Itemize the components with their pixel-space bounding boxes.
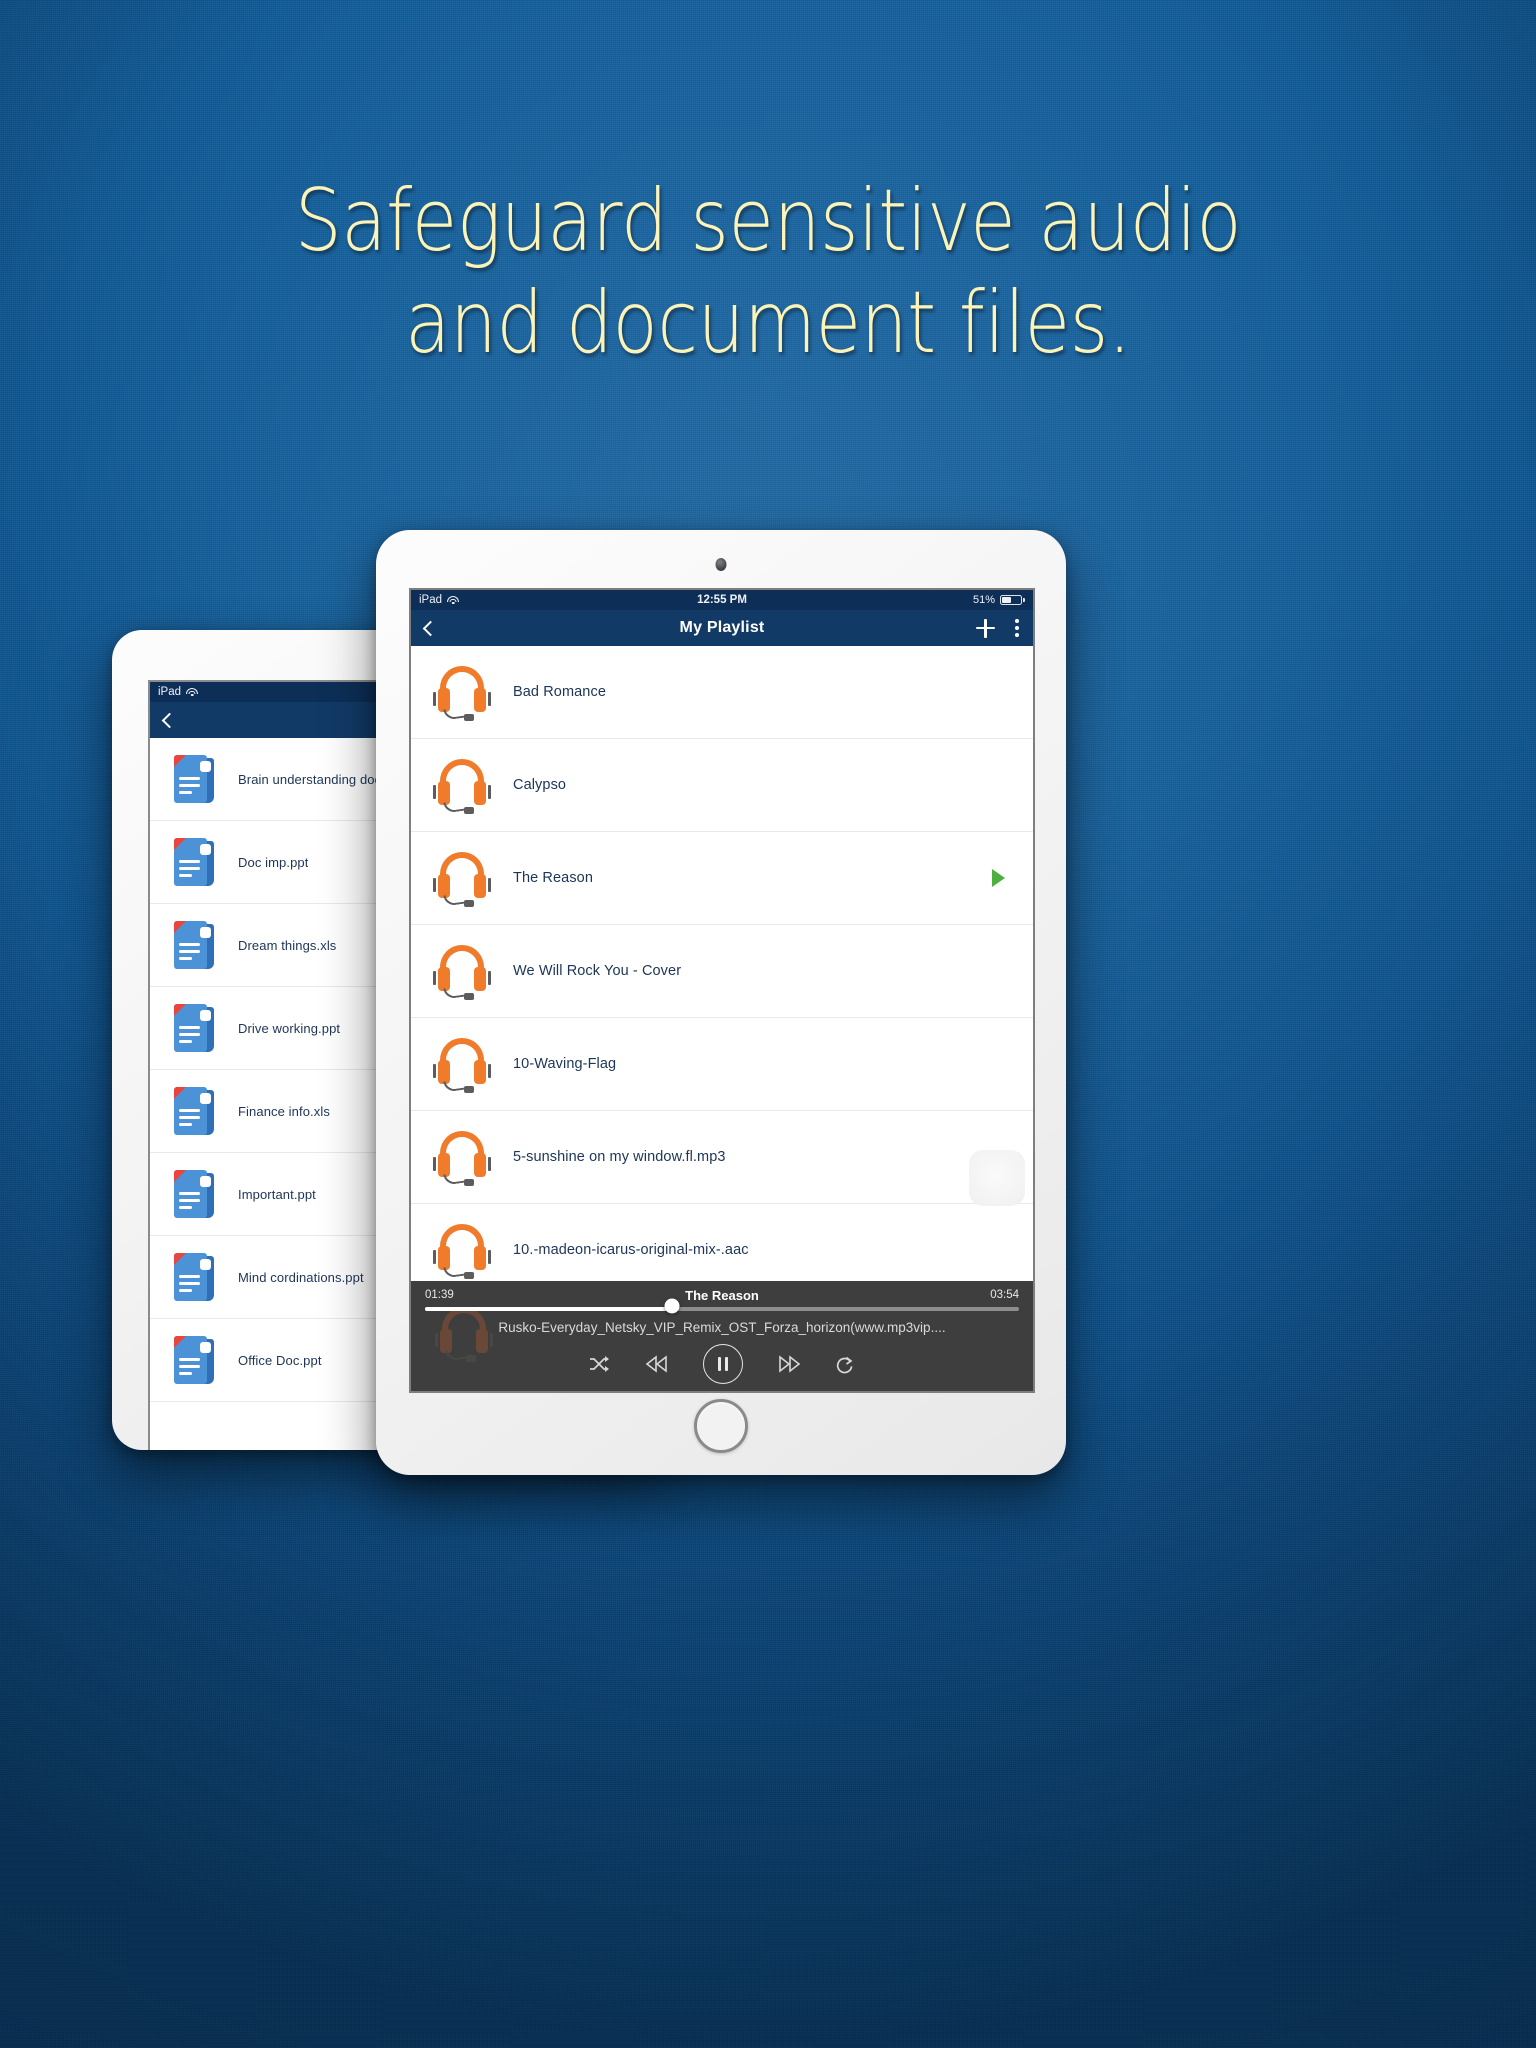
front-status-bar: iPad 12:55 PM 51% bbox=[411, 590, 1033, 610]
wifi-icon bbox=[447, 595, 460, 605]
document-icon bbox=[172, 1334, 218, 1386]
next-track-icon[interactable] bbox=[777, 1355, 801, 1373]
headphones-icon bbox=[433, 757, 491, 814]
battery-percent-label: 51% bbox=[972, 594, 995, 606]
seek-progress bbox=[425, 1307, 675, 1311]
document-file-name: Office Doc.ppt bbox=[238, 1352, 322, 1368]
headphones-icon bbox=[433, 1129, 491, 1186]
front-tablet-screen: iPad 12:55 PM 51% My Playlist Bad Romanc… bbox=[409, 588, 1035, 1393]
playlist-row[interactable]: 5-sunshine on my window.fl.mp3 bbox=[411, 1111, 1033, 1204]
document-file-name: Drive working.ppt bbox=[238, 1020, 341, 1036]
battery-icon bbox=[1000, 595, 1025, 605]
playlist-track-title: 5-sunshine on my window.fl.mp3 bbox=[513, 1149, 726, 1165]
shuffle-icon[interactable] bbox=[589, 1355, 611, 1373]
document-file-name: Dream things.xls bbox=[238, 937, 337, 953]
playlist-row[interactable]: The Reason bbox=[411, 832, 1033, 925]
headphones-icon bbox=[433, 1036, 491, 1093]
seek-bar[interactable] bbox=[411, 1298, 1033, 1314]
playlist-row[interactable]: 10-Waving-Flag bbox=[411, 1018, 1033, 1111]
home-button[interactable] bbox=[694, 1399, 748, 1453]
playlist-track-title: Bad Romance bbox=[513, 684, 606, 700]
pause-icon[interactable] bbox=[703, 1344, 743, 1384]
playlist-row[interactable]: Bad Romance bbox=[411, 646, 1033, 739]
repeat-icon[interactable] bbox=[835, 1355, 855, 1374]
playlist-track-title: Calypso bbox=[513, 777, 567, 793]
headphones-icon bbox=[433, 850, 491, 907]
front-tablet-device: iPad 12:55 PM 51% My Playlist Bad Romanc… bbox=[376, 530, 1066, 1475]
document-icon bbox=[172, 836, 218, 888]
player-controls bbox=[411, 1344, 1033, 1384]
document-icon bbox=[172, 1002, 218, 1054]
previous-track-icon[interactable] bbox=[645, 1355, 669, 1373]
document-file-name: Mind cordinations.ppt bbox=[238, 1269, 364, 1285]
nav-title: My Playlist bbox=[679, 619, 765, 636]
track-file-name: Rusko-Everyday_Netsky_VIP_Remix_OST_Forz… bbox=[498, 1320, 946, 1335]
playlist-row[interactable]: We Will Rock You - Cover bbox=[411, 925, 1033, 1018]
document-icon bbox=[172, 1168, 218, 1220]
front-nav-bar: My Playlist bbox=[411, 610, 1033, 646]
document-icon bbox=[172, 919, 218, 971]
status-device-name: iPad bbox=[419, 594, 443, 606]
document-icon bbox=[172, 753, 218, 805]
kebab-menu-icon[interactable] bbox=[1015, 619, 1019, 637]
chevron-left-icon[interactable] bbox=[161, 712, 178, 728]
seek-handle[interactable] bbox=[664, 1298, 680, 1314]
back-status-device: iPad bbox=[158, 686, 182, 698]
playlist-track-title: The Reason bbox=[513, 870, 593, 886]
document-file-name: Important.ppt bbox=[238, 1186, 316, 1202]
playlist-track-title: 10.-madeon-icarus-original-mix-.aac bbox=[513, 1242, 749, 1258]
audio-playlist: Bad Romance Calypso The Reason We Will Rock… bbox=[411, 646, 1033, 1297]
headphones-icon bbox=[433, 664, 491, 721]
audio-player-bar: 01:39 The Reason 03:54 Rusko-Everyday_Ne… bbox=[411, 1281, 1033, 1391]
playlist-row[interactable]: Calypso bbox=[411, 739, 1033, 832]
document-icon bbox=[172, 1085, 218, 1137]
seek-track[interactable] bbox=[425, 1307, 1019, 1311]
headline-line-2: and document files. bbox=[405, 273, 1131, 373]
status-clock: 12:55 PM bbox=[697, 594, 747, 606]
document-file-name: Finance info.xls bbox=[238, 1103, 330, 1119]
document-icon bbox=[172, 1251, 218, 1303]
document-file-name: Doc imp.ppt bbox=[238, 854, 309, 870]
plus-icon[interactable] bbox=[976, 618, 995, 638]
play-icon[interactable] bbox=[992, 869, 1005, 887]
wifi-icon bbox=[186, 687, 199, 697]
playlist-track-title: 10-Waving-Flag bbox=[513, 1056, 617, 1072]
page-title: Safeguard sensitive audio and document f… bbox=[108, 178, 1429, 366]
headphones-icon bbox=[433, 1222, 491, 1279]
playlist-track-title: We Will Rock You - Cover bbox=[513, 963, 682, 979]
document-file-name: Brain understanding doc.x bbox=[238, 771, 392, 787]
headline-line-1: Safeguard sensitive audio bbox=[294, 171, 1242, 271]
headphones-icon bbox=[433, 943, 491, 1000]
front-camera-icon bbox=[715, 558, 727, 571]
chevron-left-icon[interactable] bbox=[422, 620, 439, 636]
